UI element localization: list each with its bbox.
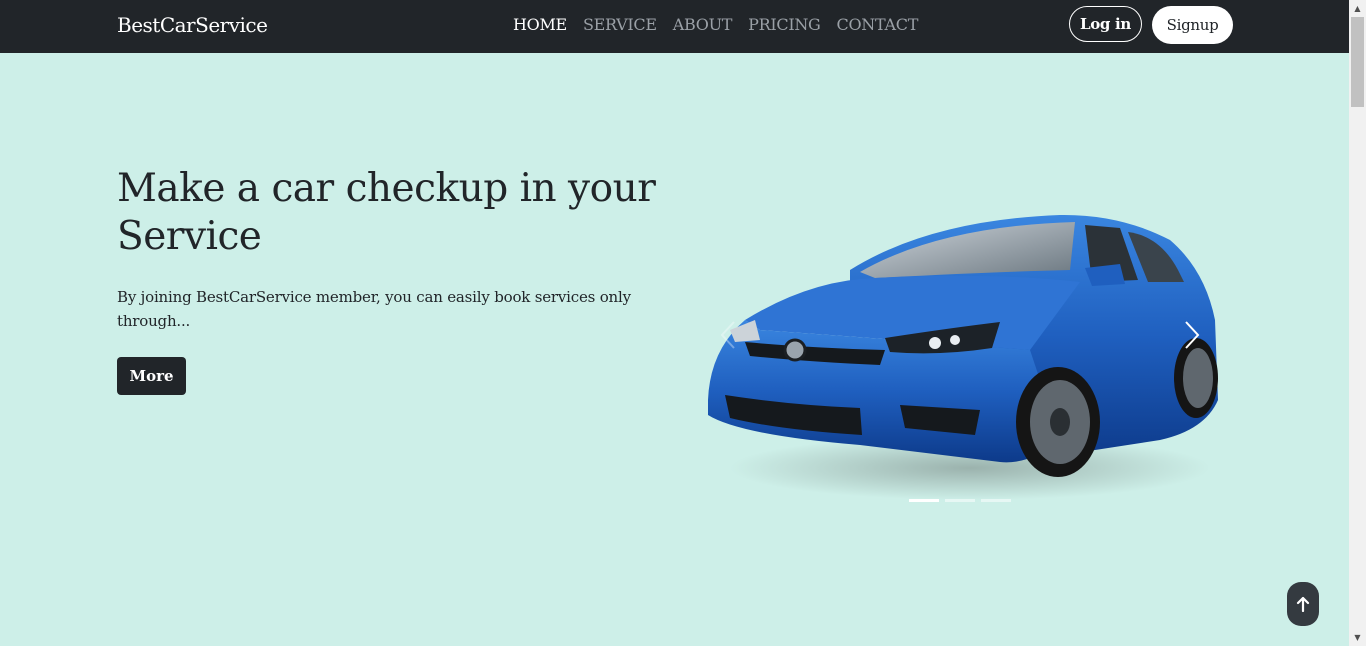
chevron-left-icon[interactable] (716, 320, 740, 350)
navbar: BestCarService HOME SERVICE ABOUT PRICIN… (0, 0, 1349, 53)
scrollbar[interactable]: ▲ ▼ (1349, 0, 1366, 646)
chevron-right-icon[interactable] (1180, 320, 1204, 350)
nav-link-contact[interactable]: CONTACT (837, 14, 919, 36)
carousel-indicator-2[interactable] (945, 499, 975, 502)
login-button[interactable]: Log in (1069, 6, 1142, 42)
back-to-top-button[interactable] (1287, 582, 1319, 626)
nav-link-service[interactable]: SERVICE (583, 14, 657, 36)
car-image (708, 214, 1218, 500)
hero-description: By joining BestCarService member, you ca… (117, 288, 631, 330)
carousel-indicator-1[interactable] (909, 499, 939, 502)
car-carousel (700, 200, 1220, 510)
carousel-indicators (909, 499, 1011, 502)
scroll-down-icon[interactable]: ▼ (1349, 629, 1366, 646)
nav-link-about[interactable]: ABOUT (673, 14, 733, 36)
scroll-thumb[interactable] (1351, 17, 1364, 107)
more-button[interactable]: More (117, 357, 186, 395)
carousel-indicator-3[interactable] (981, 499, 1011, 502)
signup-button[interactable]: Signup (1152, 6, 1233, 44)
nav-links: HOME SERVICE ABOUT PRICING CONTACT (513, 14, 918, 36)
nav-link-pricing[interactable]: PRICING (748, 14, 821, 36)
brand-logo[interactable]: BestCarService (117, 12, 268, 38)
scroll-up-icon[interactable]: ▲ (1349, 0, 1366, 17)
arrow-up-icon (1296, 596, 1310, 612)
nav-link-home[interactable]: HOME (513, 14, 567, 36)
hero-title: Make a car checkup in your Service (117, 166, 656, 259)
